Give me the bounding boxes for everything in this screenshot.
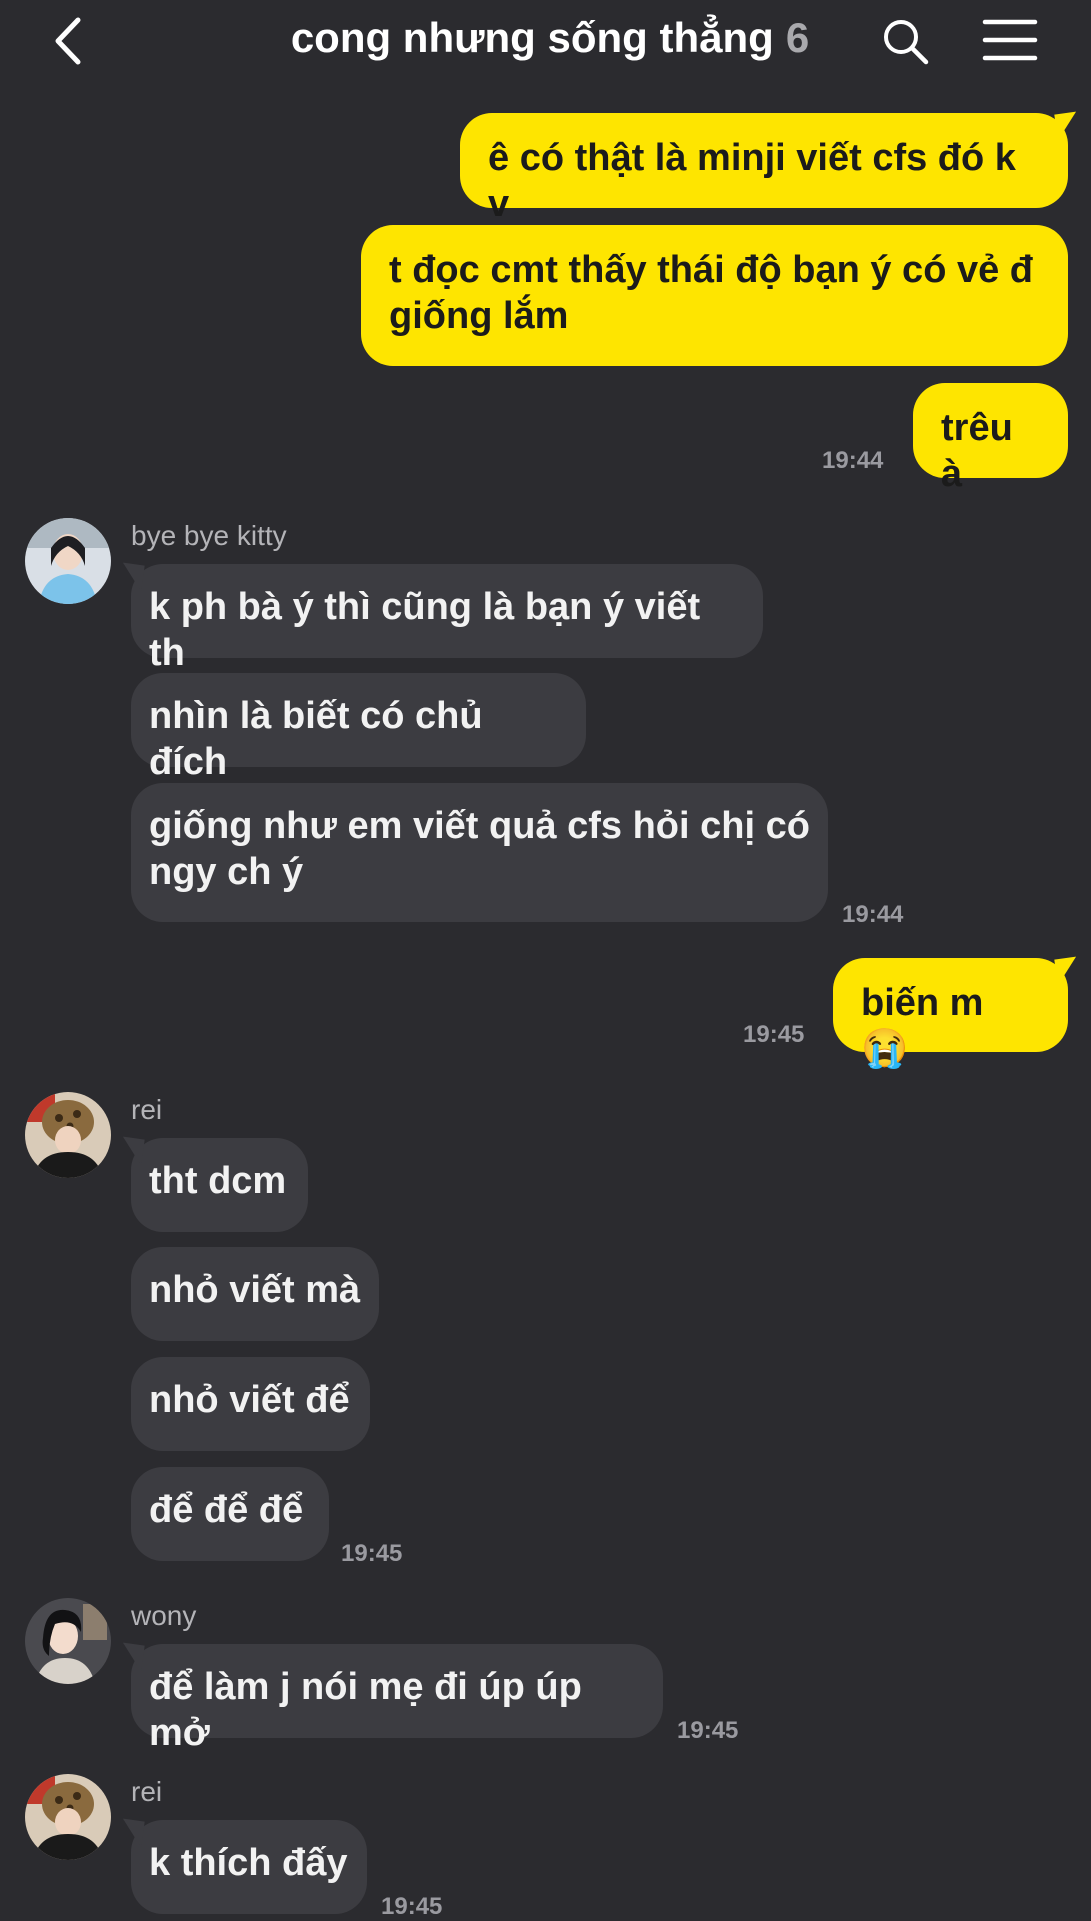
member-count: 6 [785, 14, 810, 61]
message-timestamp: 19:45 [381, 1893, 443, 1920]
message-timestamp: 19:45 [677, 1717, 739, 1744]
message-text: nhìn là biết có chủ đích [149, 695, 483, 783]
incoming-message[interactable]: nhỏ viết để [131, 1357, 370, 1451]
message-text-line: ngy ch ý [149, 851, 304, 893]
incoming-message[interactable]: nhìn là biết có chủ đích [131, 673, 586, 783]
message-text: trêu à [941, 407, 1013, 495]
sender-name: bye bye kitty [131, 520, 287, 551]
incoming-message[interactable]: để để để [131, 1467, 329, 1561]
incoming-message[interactable]: k ph bà ý thì cũng là bạn ý viết th [131, 564, 763, 674]
search-icon[interactable] [880, 16, 930, 66]
message-text: biến m 😭 [861, 982, 984, 1070]
message-text-line: giống như em viết quả cfs hỏi chị có [149, 805, 810, 847]
chat-header: cong nhưng sống thẳng 6 [0, 0, 1091, 90]
outgoing-message[interactable]: t đọc cmt thấy thái độ bạn ý có vẻ đ giố… [361, 225, 1068, 366]
message-text: ê có thật là minji viết cfs đó k v [488, 137, 1016, 225]
incoming-message[interactable]: giống như em viết quả cfs hỏi chị có ngy… [131, 783, 828, 922]
avatar[interactable] [25, 1092, 111, 1178]
incoming-message[interactable]: tht dcm [131, 1138, 308, 1232]
chevron-left-icon[interactable] [48, 16, 88, 66]
avatar[interactable] [25, 1598, 111, 1684]
avatar[interactable] [25, 1774, 111, 1860]
avatar[interactable] [25, 518, 111, 604]
sender-name: rei [131, 1094, 163, 1125]
message-text: k ph bà ý thì cũng là bạn ý viết th [149, 586, 701, 674]
message-timestamp: 19:45 [743, 1021, 805, 1048]
message-timestamp: 19:44 [822, 447, 884, 474]
incoming-message[interactable]: k thích đấy [131, 1820, 367, 1914]
message-text-line: t đọc cmt thấy thái độ bạn ý có vẻ đ [389, 249, 1033, 291]
message-text: tht dcm [149, 1160, 287, 1202]
chat-title-area[interactable]: cong nhưng sống thẳng 6 [240, 14, 860, 62]
hamburger-menu-icon[interactable] [982, 18, 1038, 62]
outgoing-message[interactable]: trêu à [913, 383, 1068, 495]
outgoing-message[interactable]: biến m 😭 [833, 958, 1068, 1070]
chat-title: cong nhưng sống thẳng [290, 14, 774, 61]
sender-name: rei [131, 1776, 163, 1807]
message-text: để để để [149, 1489, 304, 1531]
incoming-message[interactable]: để làm j nói mẹ đi úp úp mở [131, 1644, 663, 1754]
sender-name: wony [131, 1600, 197, 1631]
message-timestamp: 19:45 [341, 1540, 403, 1567]
message-text-line: giống lắm [389, 295, 569, 337]
message-timestamp: 19:44 [842, 901, 904, 928]
incoming-message[interactable]: nhỏ viết mà [131, 1247, 379, 1341]
message-text: nhỏ viết mà [149, 1269, 361, 1311]
message-text: nhỏ viết để [149, 1379, 350, 1421]
outgoing-message[interactable]: ê có thật là minji viết cfs đó k v [460, 113, 1068, 225]
message-text: k thích đấy [149, 1842, 348, 1884]
message-text: để làm j nói mẹ đi úp úp mở [149, 1666, 582, 1754]
